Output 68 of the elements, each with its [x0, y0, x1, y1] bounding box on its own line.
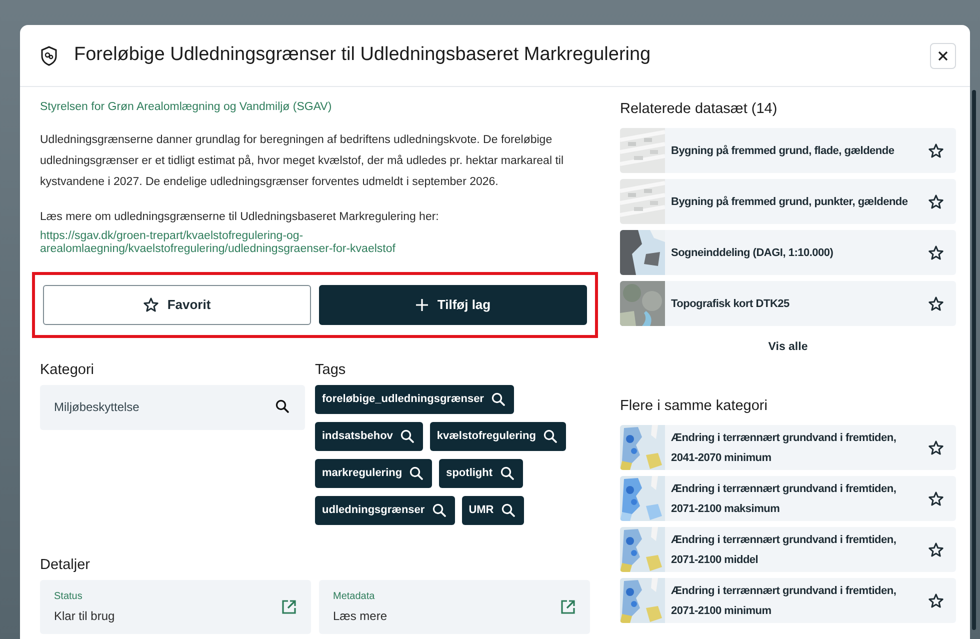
favorite-button[interactable]: Favorit [43, 284, 311, 324]
read-more-text: Læs mere om udledningsgrænserne til Udledningsbaseret Markregulering her: [40, 210, 440, 226]
star-icon [143, 296, 160, 312]
dataset-title: Ændring i terrænnært grundvand i fremtiden, 2071-2100 middel [670, 532, 898, 568]
dataset-title: Bygning på fremmed grund, punkter, gældende [670, 194, 909, 210]
detail-value: Læs mere [333, 608, 388, 626]
add-layer-button[interactable]: Tilføj lag [319, 284, 587, 324]
tag-chip[interactable]: UMR [462, 496, 524, 525]
description-text: Udledningsgrænserne danner grundlag for beregningen af bedriftens udledningskvote. De foreløbige udledningsgrænser er et tidligt estimat på, hvor meget kvælstof, der må udledes pr. hektar markareal til kystvandene i 2027. De endelige udledningsgrænser forventes udmeldt i september 2026. [40, 133, 564, 190]
dataset-title: Ændring i terrænnært grundvand i fremtiden, 2071-2100 minimum [670, 584, 898, 619]
search-icon [275, 399, 291, 416]
detail-card[interactable]: Status Klar til brug [40, 580, 311, 634]
search-icon [400, 429, 414, 444]
section-heading: Detaljer [40, 556, 91, 574]
star-icon [928, 194, 944, 210]
show-all-link[interactable]: Vis alle [762, 338, 814, 358]
search-icon [409, 466, 424, 480]
tag-chip[interactable]: foreløbige_udledningsgrænser [315, 384, 514, 414]
external-link-icon [281, 599, 297, 616]
plus-icon [415, 298, 430, 312]
star-icon [928, 592, 944, 609]
search-icon [500, 466, 514, 480]
dataset-item[interactable]: Bygning på fremmed grund, flade, gældende [620, 128, 956, 174]
dataset-item[interactable]: Ændring i terrænnært grundvand i fremtiden, 2071-2100 minimum [620, 578, 956, 624]
star-icon [928, 244, 944, 261]
tag-chip[interactable]: spotlight [439, 458, 523, 488]
search-icon [500, 503, 515, 518]
section-heading: Tags [315, 362, 347, 379]
url-link[interactable]: https://sgav.dk/groen-trepart/kvaelstofregulering-og-arealomlaegning/kvaelstofregulering/udledningsgraenser-for-kvaelstof [40, 230, 420, 256]
dataset-item[interactable]: Bygning på fremmed grund, punkter, gældende [620, 179, 956, 224]
star-icon [928, 440, 944, 456]
dataset-item[interactable]: Topografisk kort DTK25 [620, 281, 956, 326]
category-field[interactable]: Miljøbeskyttelse [40, 384, 305, 430]
section-heading: Kategori [40, 362, 96, 379]
dataset-title: Ændring i terrænnært grundvand i fremtiden, 2071-2100 maksimum [670, 482, 898, 517]
dataset-item[interactable]: Ændring i terrænnært grundvand i fremtiden, 2071-2100 middel [620, 527, 956, 572]
dialog-title: Foreløbige Udledningsgrænser til Udledningsbaseret Markregulering [74, 44, 652, 67]
dataset-title: Ændring i terrænnært grundvand i fremtiden, 2041-2070 minimum [670, 430, 898, 466]
tag-chip[interactable]: indsatsbehov [315, 422, 423, 451]
search-icon [490, 392, 505, 406]
detail-card[interactable]: Metadata Læs mere [319, 580, 590, 634]
star-icon [928, 142, 944, 159]
search-icon [542, 429, 557, 444]
detail-label: Status [54, 590, 84, 604]
dataset-item[interactable]: Ændring i terrænnært grundvand i fremtiden, 2071-2100 maksimum [620, 476, 956, 522]
search-icon [432, 503, 446, 518]
external-link-icon [560, 599, 576, 616]
dataset-item[interactable]: Ændring i terrænnært grundvand i fremtiden, 2041-2070 minimum [620, 425, 956, 470]
star-icon [928, 542, 944, 558]
tag-chip[interactable]: kvælstofregulering [430, 422, 566, 451]
dataset-item[interactable]: Sogneinddeling (DAGI, 1:10.000) [620, 230, 956, 276]
scrollbar[interactable] [972, 90, 976, 630]
close-button[interactable] [930, 42, 956, 68]
close-icon [938, 50, 948, 60]
shield-icon [40, 46, 58, 66]
section-heading: Relaterede datasæt (14) [620, 101, 778, 118]
dataset-title: Topografisk kort DTK25 [670, 296, 790, 312]
dataset-title: Sogneinddeling (DAGI, 1:10.000) [670, 246, 834, 261]
section-heading: Flere i samme kategori [620, 398, 768, 416]
star-icon [928, 296, 944, 312]
publisher-link[interactable]: Styrelsen for Grøn Arealomlægning og Vandmiljø (SGAV) [40, 99, 590, 116]
tag-chip[interactable]: markregulering [315, 458, 432, 488]
detail-value: Klar til brug [54, 608, 115, 626]
dataset-title: Bygning på fremmed grund, flade, gældende [670, 144, 896, 159]
category-value: Miljøbeskyttelse [54, 399, 140, 416]
tag-chip[interactable]: udledningsgrænser [315, 496, 455, 525]
detail-label: Metadata [333, 590, 376, 604]
star-icon [928, 490, 944, 507]
